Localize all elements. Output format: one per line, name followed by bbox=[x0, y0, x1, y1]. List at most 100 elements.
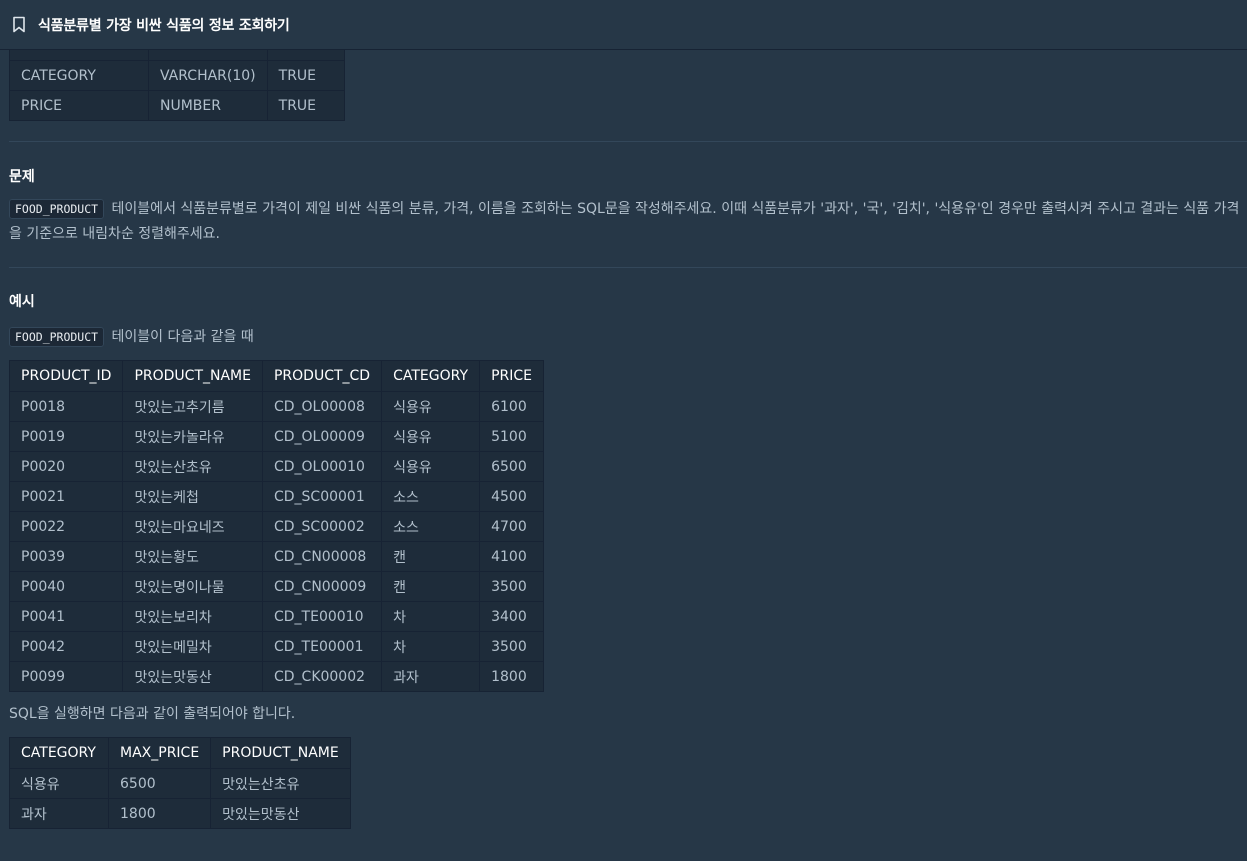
table-cell: P0039 bbox=[8, 541, 124, 572]
schema-cell: VARCHAR(10) bbox=[148, 60, 268, 91]
schema-cell: PRICE bbox=[9, 90, 149, 121]
table-cell: CD_SC00001 bbox=[261, 481, 383, 512]
table-cell: CD_TE00001 bbox=[261, 631, 383, 662]
example-section-title: 예시 bbox=[9, 294, 35, 310]
table-row: P0099 맛있는맛동산 CD_CK00002 과자 1800 bbox=[8, 661, 545, 692]
example-table: PRODUCT_ID PRODUCT_NAME PRODUCT_CD CATEG… bbox=[8, 360, 545, 692]
table-cell: CD_CK00002 bbox=[261, 661, 383, 692]
schema-cell: TRUE bbox=[266, 60, 345, 91]
problem-section-title: 문제 bbox=[9, 169, 35, 185]
table-cell: 소스 bbox=[381, 481, 481, 512]
table-cell: 식용유 bbox=[381, 391, 481, 422]
table-cell: CD_CN00008 bbox=[261, 541, 383, 572]
table-name-code: FOOD_PRODUCT bbox=[9, 199, 105, 219]
table-cell: 맛있는고추기름 bbox=[122, 391, 263, 422]
table-row: P0039 맛있는황도 CD_CN00008 캔 4100 bbox=[8, 541, 545, 572]
table-cell: P0040 bbox=[8, 571, 124, 602]
table-cell: 5100 bbox=[479, 421, 545, 452]
table-cell: CD_OL00009 bbox=[261, 421, 383, 452]
column-header: CATEGORY bbox=[381, 360, 481, 392]
table-header-row: CATEGORY MAX_PRICE PRODUCT_NAME bbox=[9, 737, 351, 769]
table-cell: 식용유 bbox=[381, 421, 481, 452]
column-header: PRICE bbox=[479, 360, 545, 392]
schema-cell: TRUE bbox=[266, 90, 345, 121]
table-cell: P0022 bbox=[8, 511, 124, 542]
table-row: P0042 맛있는메밀차 CD_TE00001 차 3500 bbox=[8, 631, 545, 662]
table-cell: P0099 bbox=[8, 661, 124, 692]
table-cell: 맛있는맛동산 bbox=[122, 661, 263, 692]
table-row: 식용유 6500 맛있는산초유 bbox=[9, 768, 351, 799]
table-cell: CD_OL00010 bbox=[261, 451, 383, 482]
table-cell: P0042 bbox=[8, 631, 124, 662]
result-table: CATEGORY MAX_PRICE PRODUCT_NAME 식용유 6500… bbox=[9, 737, 351, 829]
result-intro: SQL을 실행하면 다음과 같이 출력되어야 합니다. bbox=[9, 706, 296, 722]
example-intro: FOOD_PRODUCT 테이블이 다음과 같을 때 bbox=[9, 325, 1247, 350]
table-cell: 맛있는카놀라유 bbox=[122, 421, 263, 452]
column-header: PRODUCT_NAME bbox=[122, 360, 263, 392]
table-row: P0040 맛있는명이나물 CD_CN00009 캔 3500 bbox=[8, 571, 545, 602]
column-header: MAX_PRICE bbox=[107, 737, 212, 769]
table-cell: 캔 bbox=[381, 541, 481, 572]
table-row: 과자 1800 맛있는맛동산 bbox=[9, 798, 351, 829]
table-cell: 캔 bbox=[381, 571, 481, 602]
table-cell: 식용유 bbox=[9, 768, 109, 799]
table-cell: P0021 bbox=[8, 481, 124, 512]
table-row: P0018 맛있는고추기름 CD_OL00008 식용유 6100 bbox=[8, 391, 545, 422]
table-cell: 6500 bbox=[479, 451, 545, 482]
table-cell: 소스 bbox=[381, 511, 481, 542]
table-cell: 1800 bbox=[479, 661, 545, 692]
column-header: CATEGORY bbox=[9, 737, 109, 769]
schema-row: CATEGORY VARCHAR(10) TRUE bbox=[9, 60, 345, 91]
table-cell: 1800 bbox=[107, 798, 212, 829]
table-cell: 과자 bbox=[381, 661, 481, 692]
table-cell: 맛있는케첩 bbox=[122, 481, 263, 512]
table-cell: P0020 bbox=[8, 451, 124, 482]
table-cell: 차 bbox=[381, 601, 481, 632]
example-intro-text: 테이블이 다음과 같을 때 bbox=[111, 329, 254, 345]
table-row: P0022 맛있는마요네즈 CD_SC00002 소스 4700 bbox=[8, 511, 545, 542]
column-header: PRODUCT_ID bbox=[8, 360, 124, 392]
table-cell: CD_TE00010 bbox=[261, 601, 383, 632]
table-cell: 3400 bbox=[479, 601, 545, 632]
table-cell: 맛있는메밀차 bbox=[122, 631, 263, 662]
table-cell: P0019 bbox=[8, 421, 124, 452]
column-header: PRODUCT_CD bbox=[261, 360, 383, 392]
table-cell: 맛있는황도 bbox=[122, 541, 263, 572]
table-cell: 4500 bbox=[479, 481, 545, 512]
schema-row: PRICE NUMBER TRUE bbox=[9, 90, 345, 121]
table-cell: CD_SC00002 bbox=[261, 511, 383, 542]
table-row: P0019 맛있는카놀라유 CD_OL00009 식용유 5100 bbox=[8, 421, 545, 452]
table-cell: 3500 bbox=[479, 571, 545, 602]
table-row: P0020 맛있는산초유 CD_OL00010 식용유 6500 bbox=[8, 451, 545, 482]
table-cell: 맛있는맛동산 bbox=[210, 798, 351, 829]
table-cell: CD_CN00009 bbox=[261, 571, 383, 602]
table-cell: 맛있는명이나물 bbox=[122, 571, 263, 602]
schema-cell: NUMBER bbox=[148, 90, 268, 121]
column-header: PRODUCT_NAME bbox=[210, 737, 351, 769]
table-cell: 맛있는마요네즈 bbox=[122, 511, 263, 542]
table-cell: P0018 bbox=[8, 391, 124, 422]
table-cell: 식용유 bbox=[381, 451, 481, 482]
table-name-code: FOOD_PRODUCT bbox=[9, 327, 105, 347]
bookmark-icon[interactable] bbox=[12, 16, 26, 33]
table-cell: CD_OL00008 bbox=[261, 391, 383, 422]
table-header-row: PRODUCT_ID PRODUCT_NAME PRODUCT_CD CATEG… bbox=[8, 360, 545, 392]
problem-header: 식품분류별 가장 비싼 식품의 정보 조회하기 bbox=[0, 0, 1247, 50]
table-cell: P0041 bbox=[8, 601, 124, 632]
problem-content: CATEGORY VARCHAR(10) TRUE PRICE NUMBER T… bbox=[8, 30, 1247, 829]
table-cell: 차 bbox=[381, 631, 481, 662]
table-cell: 맛있는보리차 bbox=[122, 601, 263, 632]
page-title: 식품분류별 가장 비싼 식품의 정보 조회하기 bbox=[38, 17, 290, 34]
table-cell: 맛있는산초유 bbox=[210, 768, 351, 799]
table-cell: 6100 bbox=[479, 391, 545, 422]
table-cell: 4700 bbox=[479, 511, 545, 542]
schema-cell: CATEGORY bbox=[9, 60, 149, 91]
table-row: P0041 맛있는보리차 CD_TE00010 차 3400 bbox=[8, 601, 545, 632]
problem-description: FOOD_PRODUCT 테이블에서 식품분류별로 가격이 제일 비싼 식품의 … bbox=[9, 197, 1247, 247]
table-cell: 6500 bbox=[107, 768, 212, 799]
table-cell: 3500 bbox=[479, 631, 545, 662]
problem-text-line1: 테이블에서 식품분류별로 가격이 제일 비싼 식품의 분류, 가격, 이름을 조… bbox=[111, 201, 1240, 217]
table-row: P0021 맛있는케첩 CD_SC00001 소스 4500 bbox=[8, 481, 545, 512]
problem-text-line2: 을 기준으로 내림차순 정렬해주세요. bbox=[9, 226, 220, 242]
table-cell: 맛있는산초유 bbox=[122, 451, 263, 482]
